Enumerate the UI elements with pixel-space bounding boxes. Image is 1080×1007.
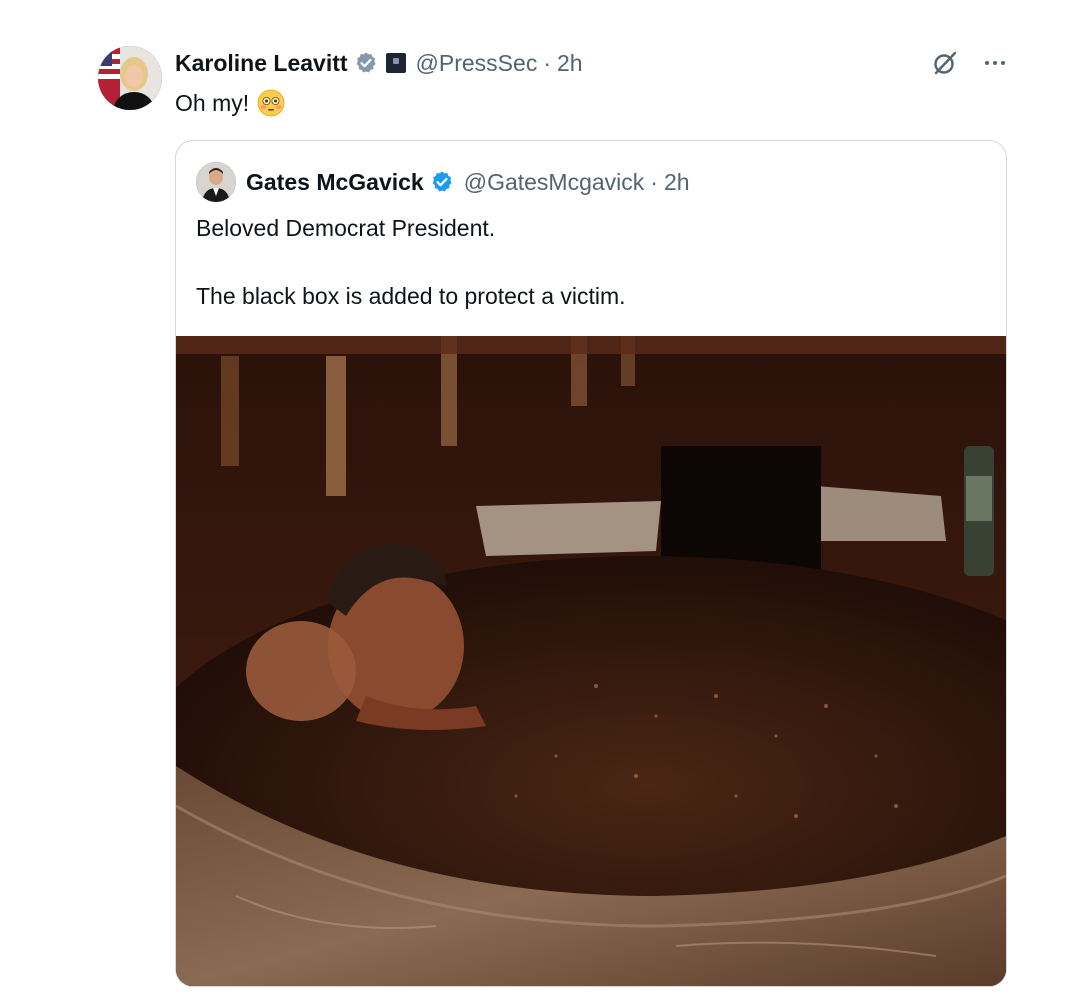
flushed-face-emoji-icon [257, 89, 285, 117]
tweet-text: Oh my! [175, 86, 285, 120]
quoted-tweet-photo[interactable] [176, 336, 1006, 986]
more-options-icon[interactable] [980, 48, 1010, 78]
quoted-author-name[interactable]: Gates McGavick [246, 169, 424, 196]
tweet-text-content: Oh my! [175, 90, 250, 116]
avatar-image [98, 46, 162, 110]
author-name[interactable]: Karoline Leavitt [175, 50, 348, 77]
grok-icon[interactable] [930, 48, 960, 78]
quoted-author-avatar[interactable] [196, 162, 236, 202]
quoted-tweet[interactable]: Gates McGavick @GatesMcgavick · 2h Belov… [175, 140, 1007, 987]
separator-dot: · [543, 49, 551, 76]
author-handle[interactable]: @PressSec [416, 50, 538, 77]
post-time[interactable]: 2h [557, 50, 583, 77]
tweet-actions [930, 46, 1010, 80]
tweet: Karoline Leavitt @PressSec · 2h Oh my! G… [0, 0, 1080, 1007]
blue-verified-badge-icon[interactable] [430, 170, 454, 194]
quoted-separator-dot: · [650, 168, 658, 195]
author-avatar[interactable] [98, 46, 162, 110]
quoted-author-handle[interactable]: @GatesMcgavick [464, 169, 645, 196]
quoted-tweet-text: Beloved Democrat President. The black bo… [196, 215, 626, 309]
verified-badge-icon[interactable] [354, 51, 378, 75]
photo-image [176, 336, 1006, 986]
quoted-post-time[interactable]: 2h [664, 169, 690, 196]
quoted-tweet-header: Gates McGavick @GatesMcgavick · 2h [196, 161, 690, 203]
affiliation-icon[interactable] [385, 53, 406, 73]
tweet-header: Karoline Leavitt @PressSec · 2h [175, 46, 583, 80]
